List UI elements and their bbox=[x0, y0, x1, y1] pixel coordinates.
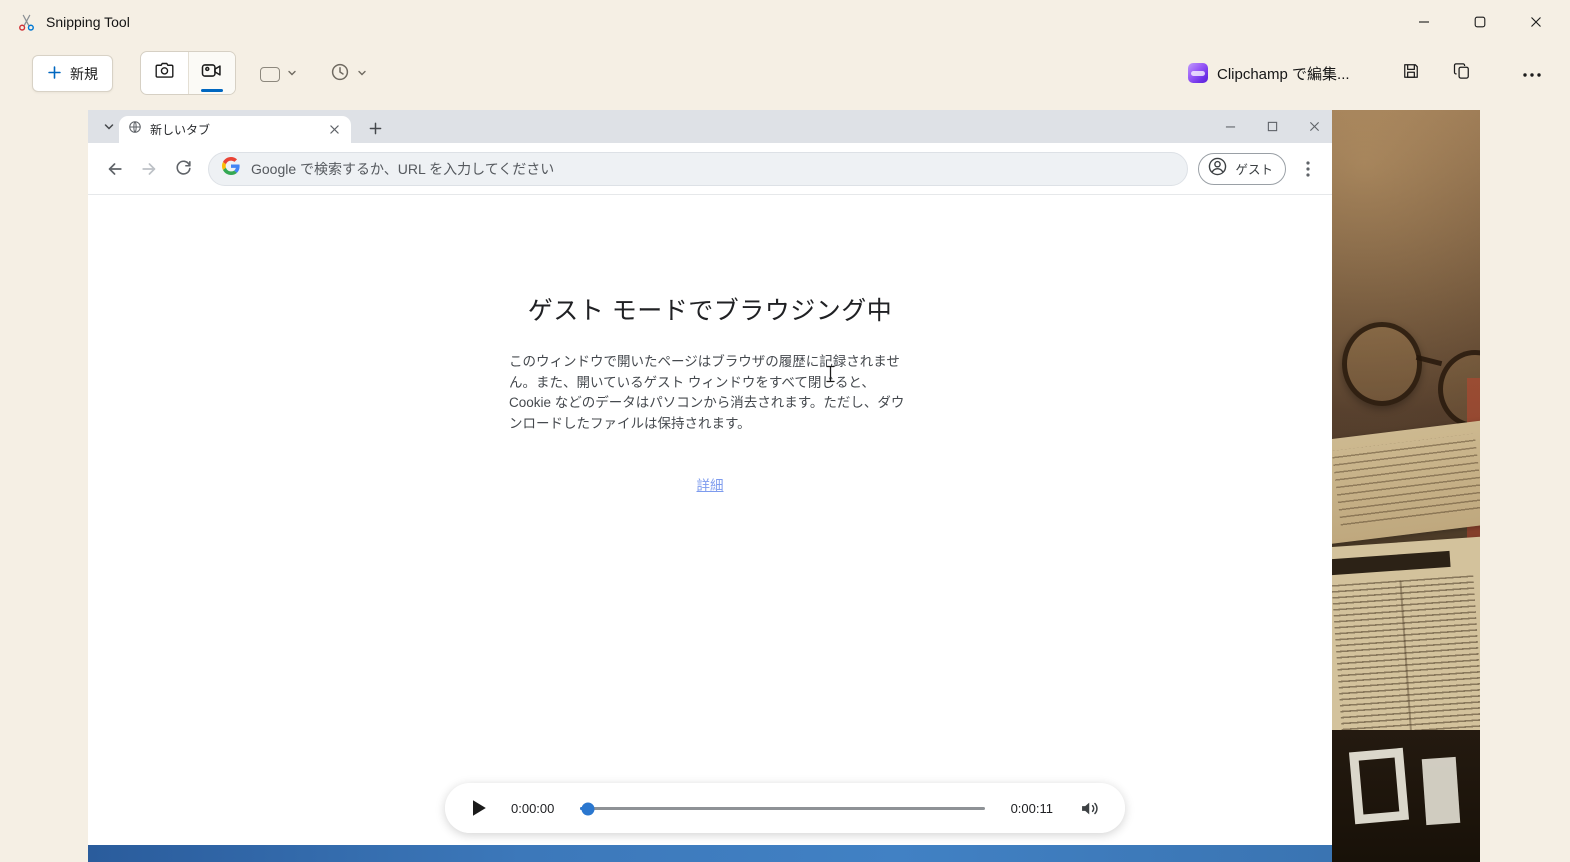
desktop-taskbar-strip bbox=[88, 845, 1332, 862]
new-tab-button[interactable] bbox=[362, 115, 388, 141]
desktop-wallpaper bbox=[1332, 110, 1480, 862]
back-button[interactable] bbox=[98, 152, 132, 186]
text-cursor-icon bbox=[825, 365, 836, 388]
snipping-toolbar: 新規 bbox=[0, 46, 1570, 100]
seek-track[interactable] bbox=[580, 807, 984, 810]
seek-thumb[interactable] bbox=[582, 802, 595, 815]
reload-button[interactable] bbox=[166, 152, 200, 186]
browser-tab[interactable]: 新しいタブ bbox=[119, 116, 351, 143]
chrome-guest-window: 新しいタブ bbox=[88, 110, 1332, 845]
seek-slider[interactable] bbox=[580, 800, 984, 816]
app-title: Snipping Tool bbox=[46, 14, 130, 30]
clock-icon bbox=[330, 62, 350, 87]
current-time: 0:00:00 bbox=[511, 801, 554, 816]
volume-button[interactable] bbox=[1077, 796, 1101, 820]
page-body-text: このウィンドウで開いたページはブラウザの履歴に記録されませ ん。また、開いている… bbox=[509, 352, 911, 434]
minimize-button[interactable] bbox=[1396, 0, 1452, 44]
snip-mode-button[interactable] bbox=[141, 52, 188, 94]
chrome-menu-button[interactable] bbox=[1294, 152, 1322, 186]
duration-time: 0:00:11 bbox=[1011, 801, 1053, 816]
titlebar: Snipping Tool bbox=[0, 0, 1570, 44]
page-title: ゲスト モードでブラウジング中 bbox=[88, 291, 1332, 327]
chrome-close-button[interactable] bbox=[1306, 119, 1322, 135]
copy-icon bbox=[1452, 61, 1472, 86]
recording-preview: 新しいタブ bbox=[88, 110, 1480, 862]
ellipsis-icon bbox=[1523, 64, 1541, 82]
body-line: Cookie などのデータはパソコンから消去されます。ただし、ダウ bbox=[509, 393, 911, 414]
wallpaper-masthead-letter bbox=[1349, 748, 1409, 824]
chrome-toolbar: Google で検索するか、URL を入力してください ゲスト bbox=[88, 143, 1332, 195]
body-line: ん。また、開いているゲスト ウィンドウをすべて閉じると、 bbox=[509, 373, 911, 394]
rectangle-snip-icon bbox=[260, 67, 280, 82]
plus-icon bbox=[47, 65, 62, 83]
delay-dropdown[interactable] bbox=[330, 60, 367, 88]
google-logo-icon bbox=[222, 157, 240, 180]
wallpaper-text-lines bbox=[1332, 434, 1480, 531]
chrome-tabstrip: 新しいタブ bbox=[88, 110, 1332, 143]
wallpaper-newspaper bbox=[1332, 420, 1480, 544]
guest-mode-page: ゲスト モードでブラウジング中 このウィンドウで開いたページはブラウザの履歴に記… bbox=[88, 195, 1332, 844]
copy-button[interactable] bbox=[1444, 56, 1480, 90]
address-bar-placeholder: Google で検索するか、URL を入力してください bbox=[251, 159, 554, 179]
tab-search-button[interactable] bbox=[96, 114, 121, 139]
tab-title: 新しいタブ bbox=[150, 121, 318, 138]
wallpaper-newspaper bbox=[1332, 536, 1480, 755]
new-snip-button[interactable]: 新規 bbox=[32, 55, 113, 92]
clipchamp-label: Clipchamp で編集... bbox=[1217, 63, 1350, 84]
globe-icon bbox=[128, 120, 142, 139]
guest-label: ゲスト bbox=[1235, 159, 1273, 178]
save-button[interactable] bbox=[1393, 56, 1429, 90]
clipchamp-logo-icon bbox=[1188, 63, 1208, 83]
wallpaper-masthead-letter bbox=[1422, 757, 1461, 825]
video-player-controls: 0:00:00 0:00:11 bbox=[445, 783, 1125, 833]
save-icon bbox=[1401, 61, 1421, 86]
forward-button[interactable] bbox=[132, 152, 166, 186]
guest-profile-button[interactable]: ゲスト bbox=[1198, 153, 1286, 185]
guest-avatar-icon bbox=[1207, 156, 1228, 182]
chrome-window-controls bbox=[1222, 110, 1322, 143]
details-link[interactable]: 詳細 bbox=[697, 474, 724, 494]
see-more-button[interactable] bbox=[1514, 56, 1550, 90]
capture-mode-toggle bbox=[140, 51, 236, 95]
window-controls bbox=[1396, 0, 1564, 44]
wallpaper-headline bbox=[1332, 551, 1451, 575]
new-snip-label: 新規 bbox=[70, 64, 98, 84]
chevron-down-icon bbox=[287, 65, 297, 83]
maximize-button[interactable] bbox=[1452, 0, 1508, 44]
chrome-maximize-button[interactable] bbox=[1264, 119, 1280, 135]
close-button[interactable] bbox=[1508, 0, 1564, 44]
snip-shape-dropdown[interactable] bbox=[260, 60, 297, 88]
snipping-tool-logo-icon bbox=[16, 12, 36, 32]
camera-icon bbox=[154, 60, 175, 86]
play-button[interactable] bbox=[469, 797, 489, 819]
chrome-minimize-button[interactable] bbox=[1222, 119, 1238, 135]
address-bar[interactable]: Google で検索するか、URL を入力してください bbox=[208, 152, 1188, 186]
record-mode-button[interactable] bbox=[188, 52, 236, 94]
snipping-tool-window: { "window": { "title": "Snipping Tool" }… bbox=[0, 0, 1570, 862]
body-line: ンロードしたファイルは保持されます。 bbox=[509, 414, 911, 435]
edit-in-clipchamp-button[interactable]: Clipchamp で編集... bbox=[1188, 56, 1350, 90]
video-camera-icon bbox=[200, 59, 223, 87]
wallpaper-glasses-lens bbox=[1342, 322, 1422, 406]
tab-close-icon[interactable] bbox=[326, 122, 342, 138]
guest-mode-content: ゲスト モードでブラウジング中 このウィンドウで開いたページはブラウザの履歴に記… bbox=[88, 291, 1332, 495]
chevron-down-icon bbox=[357, 65, 367, 83]
body-line: このウィンドウで開いたページはブラウザの履歴に記録されませ bbox=[509, 352, 911, 373]
